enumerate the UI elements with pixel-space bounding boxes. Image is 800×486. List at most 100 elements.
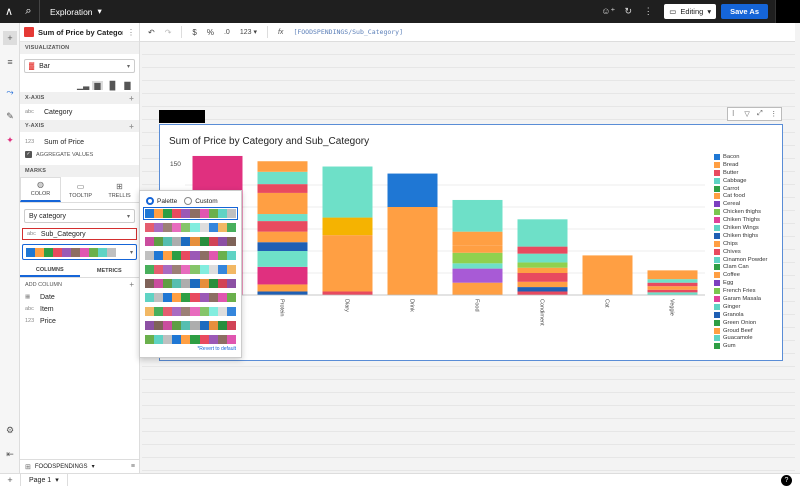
currency-format-button[interactable]: $ [192, 28, 196, 37]
legend-item[interactable]: Granola [714, 311, 767, 319]
legend-item[interactable]: French Fries [714, 287, 767, 295]
custom-radio[interactable]: Custom [184, 197, 218, 205]
column-item[interactable]: 123 Price [20, 315, 139, 327]
legend-item[interactable]: Garam Masala [714, 295, 767, 303]
legend-item[interactable]: Guacamole [714, 334, 767, 342]
bar-segment[interactable] [257, 171, 308, 185]
chart-card[interactable]: 150 Protein Diary Drink Food Condiment Cat Vegg… [159, 124, 783, 361]
filter-icon[interactable]: ▽ [744, 110, 749, 118]
bar-segment[interactable] [517, 262, 568, 268]
tab-metrics[interactable]: METRICS [80, 264, 140, 277]
legend-item[interactable]: Carrot [714, 185, 767, 193]
legend-item[interactable]: Chiken thighs [714, 232, 767, 240]
bar-segment[interactable] [582, 255, 633, 295]
legend-item[interactable]: Groud Beef [714, 327, 767, 335]
help-icon[interactable]: ? [781, 474, 792, 486]
tab-columns[interactable]: COLUMNS [20, 264, 80, 277]
bar-segment[interactable] [322, 291, 373, 295]
legend-item[interactable]: Green Onion [714, 319, 767, 327]
bar-segment[interactable] [257, 214, 308, 222]
bar-segment[interactable] [387, 207, 438, 295]
bar-segment[interactable] [517, 253, 568, 263]
more-vertical-icon[interactable]: ⋮ [770, 110, 777, 118]
editing-mode-dropdown[interactable]: ▭ Editing ▾ [664, 4, 717, 19]
layers-icon[interactable]: ≡ [3, 55, 17, 69]
bar-segment[interactable] [322, 217, 373, 236]
legend-item[interactable]: Clam Can [714, 263, 767, 271]
bar-segment[interactable] [452, 245, 503, 253]
bar-segment[interactable] [452, 268, 503, 283]
bar-segment[interactable] [257, 161, 308, 172]
bar-segment[interactable] [452, 282, 503, 295]
bar-segment[interactable] [257, 251, 308, 267]
bar-segment[interactable] [322, 166, 373, 218]
legend-item[interactable]: Bread [714, 161, 767, 169]
legend-item[interactable]: Egg [714, 279, 767, 287]
bar-segment[interactable] [452, 252, 503, 264]
legend-item[interactable]: Cabbage [714, 177, 767, 185]
add-page-icon[interactable]: + [0, 475, 20, 485]
palette-option[interactable] [143, 207, 238, 220]
add-column-row[interactable]: ADD COLUMN + [20, 278, 139, 291]
add-element-icon[interactable]: + [3, 31, 17, 45]
bar-segment[interactable] [452, 231, 503, 246]
bar-segment[interactable] [517, 267, 568, 273]
legend-item[interactable]: Butter [714, 169, 767, 177]
bar-segment[interactable] [647, 286, 698, 290]
save-as-button[interactable]: Save As [721, 4, 768, 19]
add-icon[interactable]: + [129, 122, 134, 131]
legend-item[interactable]: Chicken thighs [714, 208, 767, 216]
bar-segment[interactable] [257, 291, 308, 295]
user-avatar[interactable] [775, 0, 800, 23]
chart-type-dropdown[interactable]: ▓ Bar ▾ [24, 59, 135, 73]
bar-segment[interactable] [517, 246, 568, 254]
bar-segment[interactable] [647, 279, 698, 283]
element-title[interactable]: Sum of Price by Category a... [38, 28, 123, 37]
legend-item[interactable]: Chiken Thighs [714, 216, 767, 224]
palette-option[interactable] [145, 223, 236, 232]
revert-to-default-link[interactable]: *Revert to default [197, 346, 236, 352]
bar-segment[interactable] [647, 289, 698, 293]
palette-option[interactable] [145, 251, 236, 260]
palette-option[interactable] [145, 279, 236, 288]
palette-radio[interactable]: Palette [146, 197, 177, 205]
add-icon[interactable]: + [129, 280, 134, 289]
bar-segment[interactable] [257, 266, 308, 285]
add-icon[interactable]: + [129, 94, 134, 103]
action-icon[interactable]: ✦ [3, 133, 17, 147]
settings-icon[interactable]: ⚙ [3, 423, 17, 437]
palette-option[interactable] [145, 293, 236, 302]
bar-segment[interactable] [517, 219, 568, 247]
bar-segment[interactable] [517, 291, 568, 295]
tab-tooltip[interactable]: ▭ TOOLTIP [61, 177, 100, 202]
bar-segment[interactable] [257, 284, 308, 292]
bar-segment[interactable] [647, 282, 698, 287]
column-item[interactable]: ▦ Date [20, 291, 139, 303]
workbook-title[interactable]: Exploration ▾ [50, 6, 102, 17]
bar-segment[interactable] [517, 273, 568, 282]
y-axis-field[interactable]: 123 Sum of Price [20, 135, 139, 149]
list-icon[interactable]: ≡ [131, 463, 135, 470]
bar-segment[interactable] [257, 192, 308, 215]
bar-segment[interactable] [387, 173, 438, 207]
bar-segment[interactable] [452, 263, 503, 269]
bar-segment[interactable] [647, 270, 698, 280]
bar-segment[interactable] [257, 231, 308, 243]
bar-segment[interactable] [517, 287, 568, 292]
legend-item[interactable]: Chips [714, 240, 767, 248]
legend-item[interactable]: Cereal [714, 200, 767, 208]
tab-trellis[interactable]: ⊞ TRELLIS [100, 177, 139, 202]
undo-icon[interactable]: ↶ [148, 28, 155, 37]
bar-segment[interactable] [257, 221, 308, 232]
formula-input[interactable]: [FOODSPENDINGS/Sub_Category] [293, 28, 403, 36]
element-properties-icon[interactable]: ⤳ [3, 85, 17, 99]
percent-format-button[interactable]: % [207, 28, 214, 37]
tab-color[interactable]: ◍ COLOR [20, 177, 61, 202]
bar-segment[interactable] [257, 184, 308, 193]
palette-option[interactable] [145, 307, 236, 316]
x-axis-field[interactable]: abc Category [20, 104, 139, 120]
drag-handle-icon[interactable]: ⠇ [732, 110, 737, 118]
palette-option[interactable] [145, 335, 236, 344]
legend-item[interactable]: Chiken Wings [714, 224, 767, 232]
aggregate-values-checkbox[interactable]: ✓ AGGREGATE VALUES [20, 149, 139, 160]
